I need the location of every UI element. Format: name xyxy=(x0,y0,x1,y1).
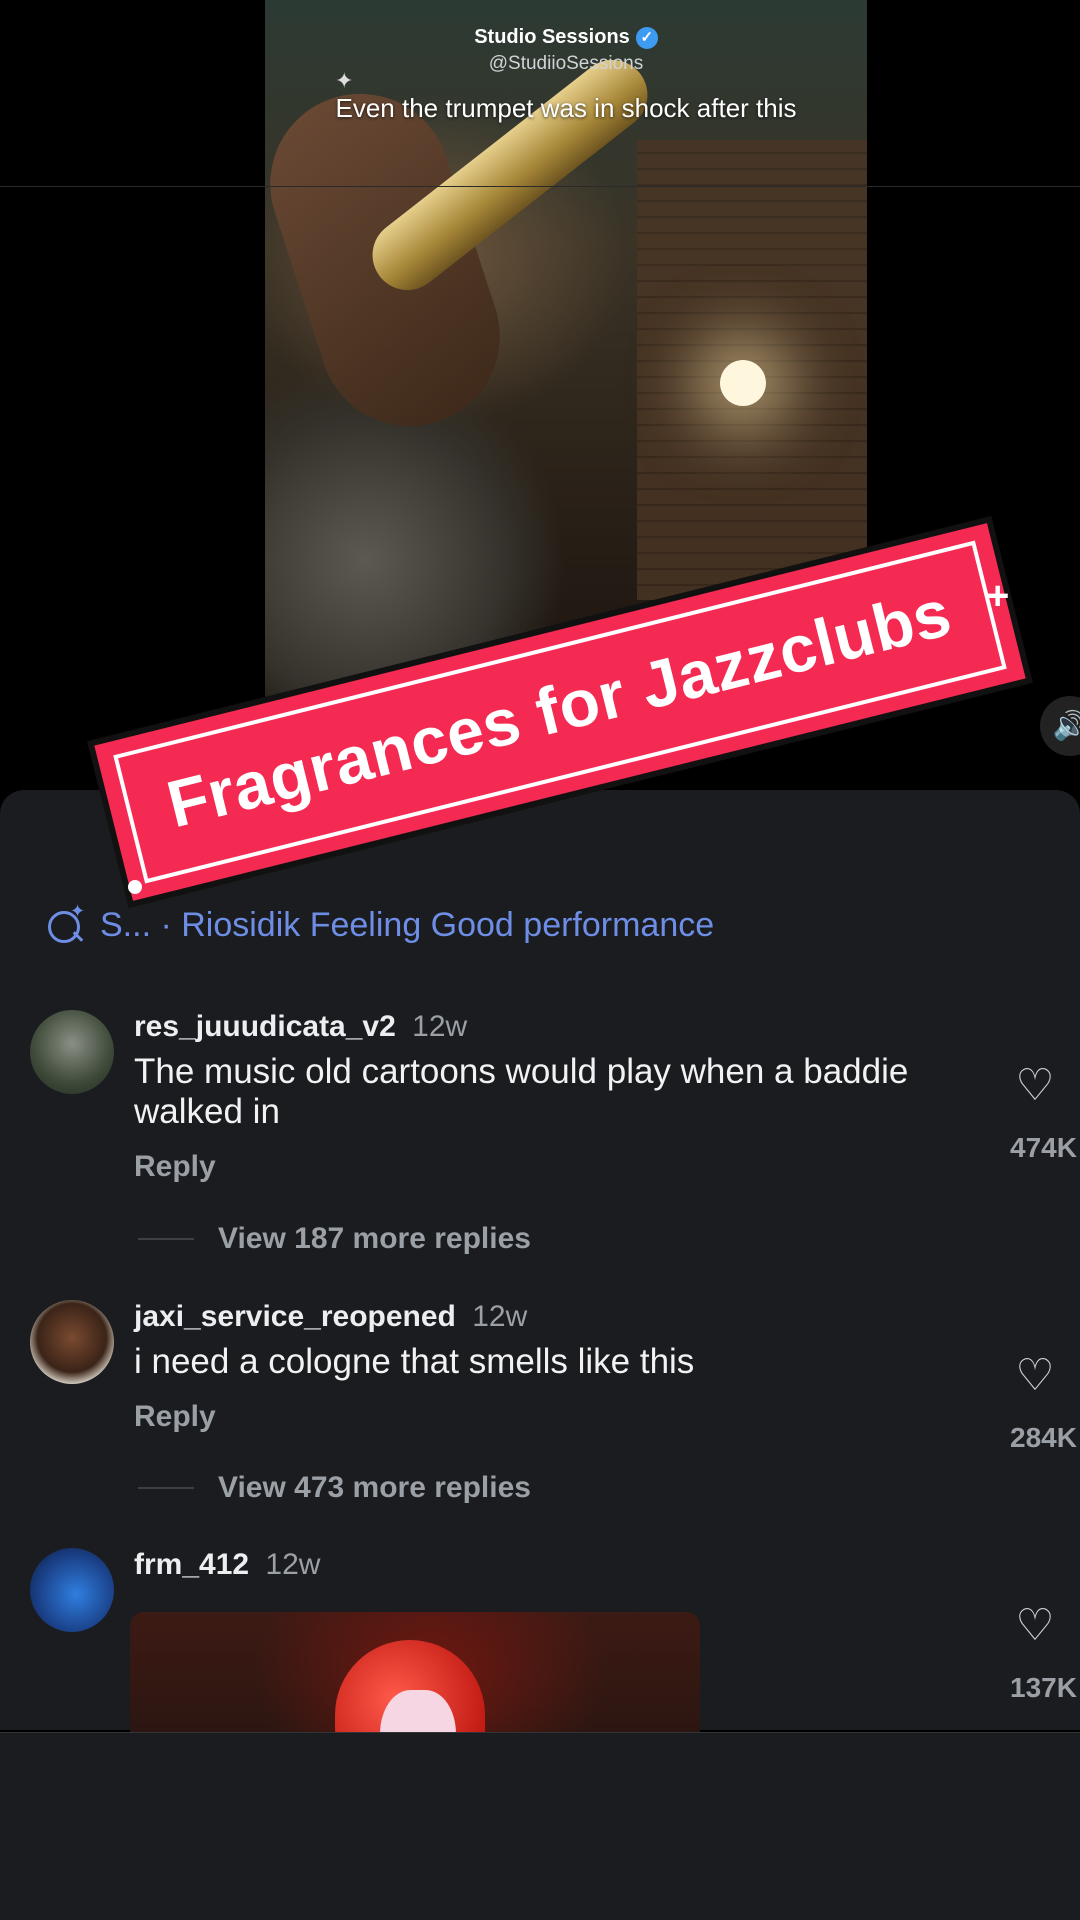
sparkle-icon: ✦ xyxy=(335,68,354,93)
channel-handle: @StudiioSessions xyxy=(488,53,644,74)
view-more-replies-label: View 473 more replies xyxy=(218,1471,531,1504)
comment-text: The music old cartoons would play when a… xyxy=(134,1052,909,1131)
reply-line xyxy=(138,1238,194,1240)
video-overlay-header: ✦ Studio Sessions ✓ @StudiioSessions Eve… xyxy=(265,26,867,124)
like-count: 474K xyxy=(1010,1132,1077,1163)
reply-line xyxy=(138,1487,194,1489)
dot-decoration xyxy=(128,880,142,894)
like-count: 284K xyxy=(1010,1422,1077,1453)
reply-button[interactable]: Reply xyxy=(134,1150,980,1184)
divider xyxy=(0,186,1080,187)
channel-name[interactable]: Studio Sessions xyxy=(474,26,630,49)
video-caption: Even the trumpet was in shock after this xyxy=(335,93,797,123)
verified-badge-icon: ✓ xyxy=(635,26,658,49)
view-more-replies-label: View 187 more replies xyxy=(218,1222,531,1255)
like-button[interactable]: ♡ 137K xyxy=(990,1602,1080,1704)
comment-time: 12w xyxy=(265,1548,321,1581)
avatar[interactable] xyxy=(30,1300,114,1384)
view-more-replies[interactable]: View 473 more replies xyxy=(138,1471,531,1505)
heart-icon: ♡ xyxy=(1015,1061,1055,1110)
bottom-bar xyxy=(0,1733,1080,1920)
like-button[interactable]: ♡ 474K xyxy=(990,1062,1080,1164)
comment-text: i need a cologne that smells like this xyxy=(134,1342,695,1381)
heart-icon: ♡ xyxy=(1015,1601,1055,1650)
comment-time: 12w xyxy=(412,1010,468,1043)
heart-icon: ♡ xyxy=(1015,1351,1055,1400)
related-search[interactable]: ✦ S... · Riosidik Feeling Good performan… xyxy=(46,901,715,945)
wall-lamp xyxy=(720,360,766,406)
search-icon: ✦ xyxy=(46,901,86,945)
plus-icon: + xyxy=(986,574,1010,618)
comment-time: 12w xyxy=(472,1300,528,1333)
like-count: 137K xyxy=(1010,1672,1077,1703)
comment-username[interactable]: frm_412 xyxy=(134,1548,249,1581)
avatar[interactable] xyxy=(30,1010,114,1094)
like-button[interactable]: ♡ 284K xyxy=(990,1352,1080,1454)
comment-username[interactable]: jaxi_service_reopened xyxy=(134,1300,456,1333)
volume-icon[interactable]: 🔊 xyxy=(1040,696,1080,756)
reply-button[interactable]: Reply xyxy=(134,1400,980,1434)
view-more-replies[interactable]: View 187 more replies xyxy=(138,1222,531,1256)
related-search-text: S... · Riosidik Feeling Good performance xyxy=(100,905,715,944)
avatar[interactable] xyxy=(30,1548,114,1632)
comment-username[interactable]: res_juuudicata_v2 xyxy=(134,1010,396,1043)
